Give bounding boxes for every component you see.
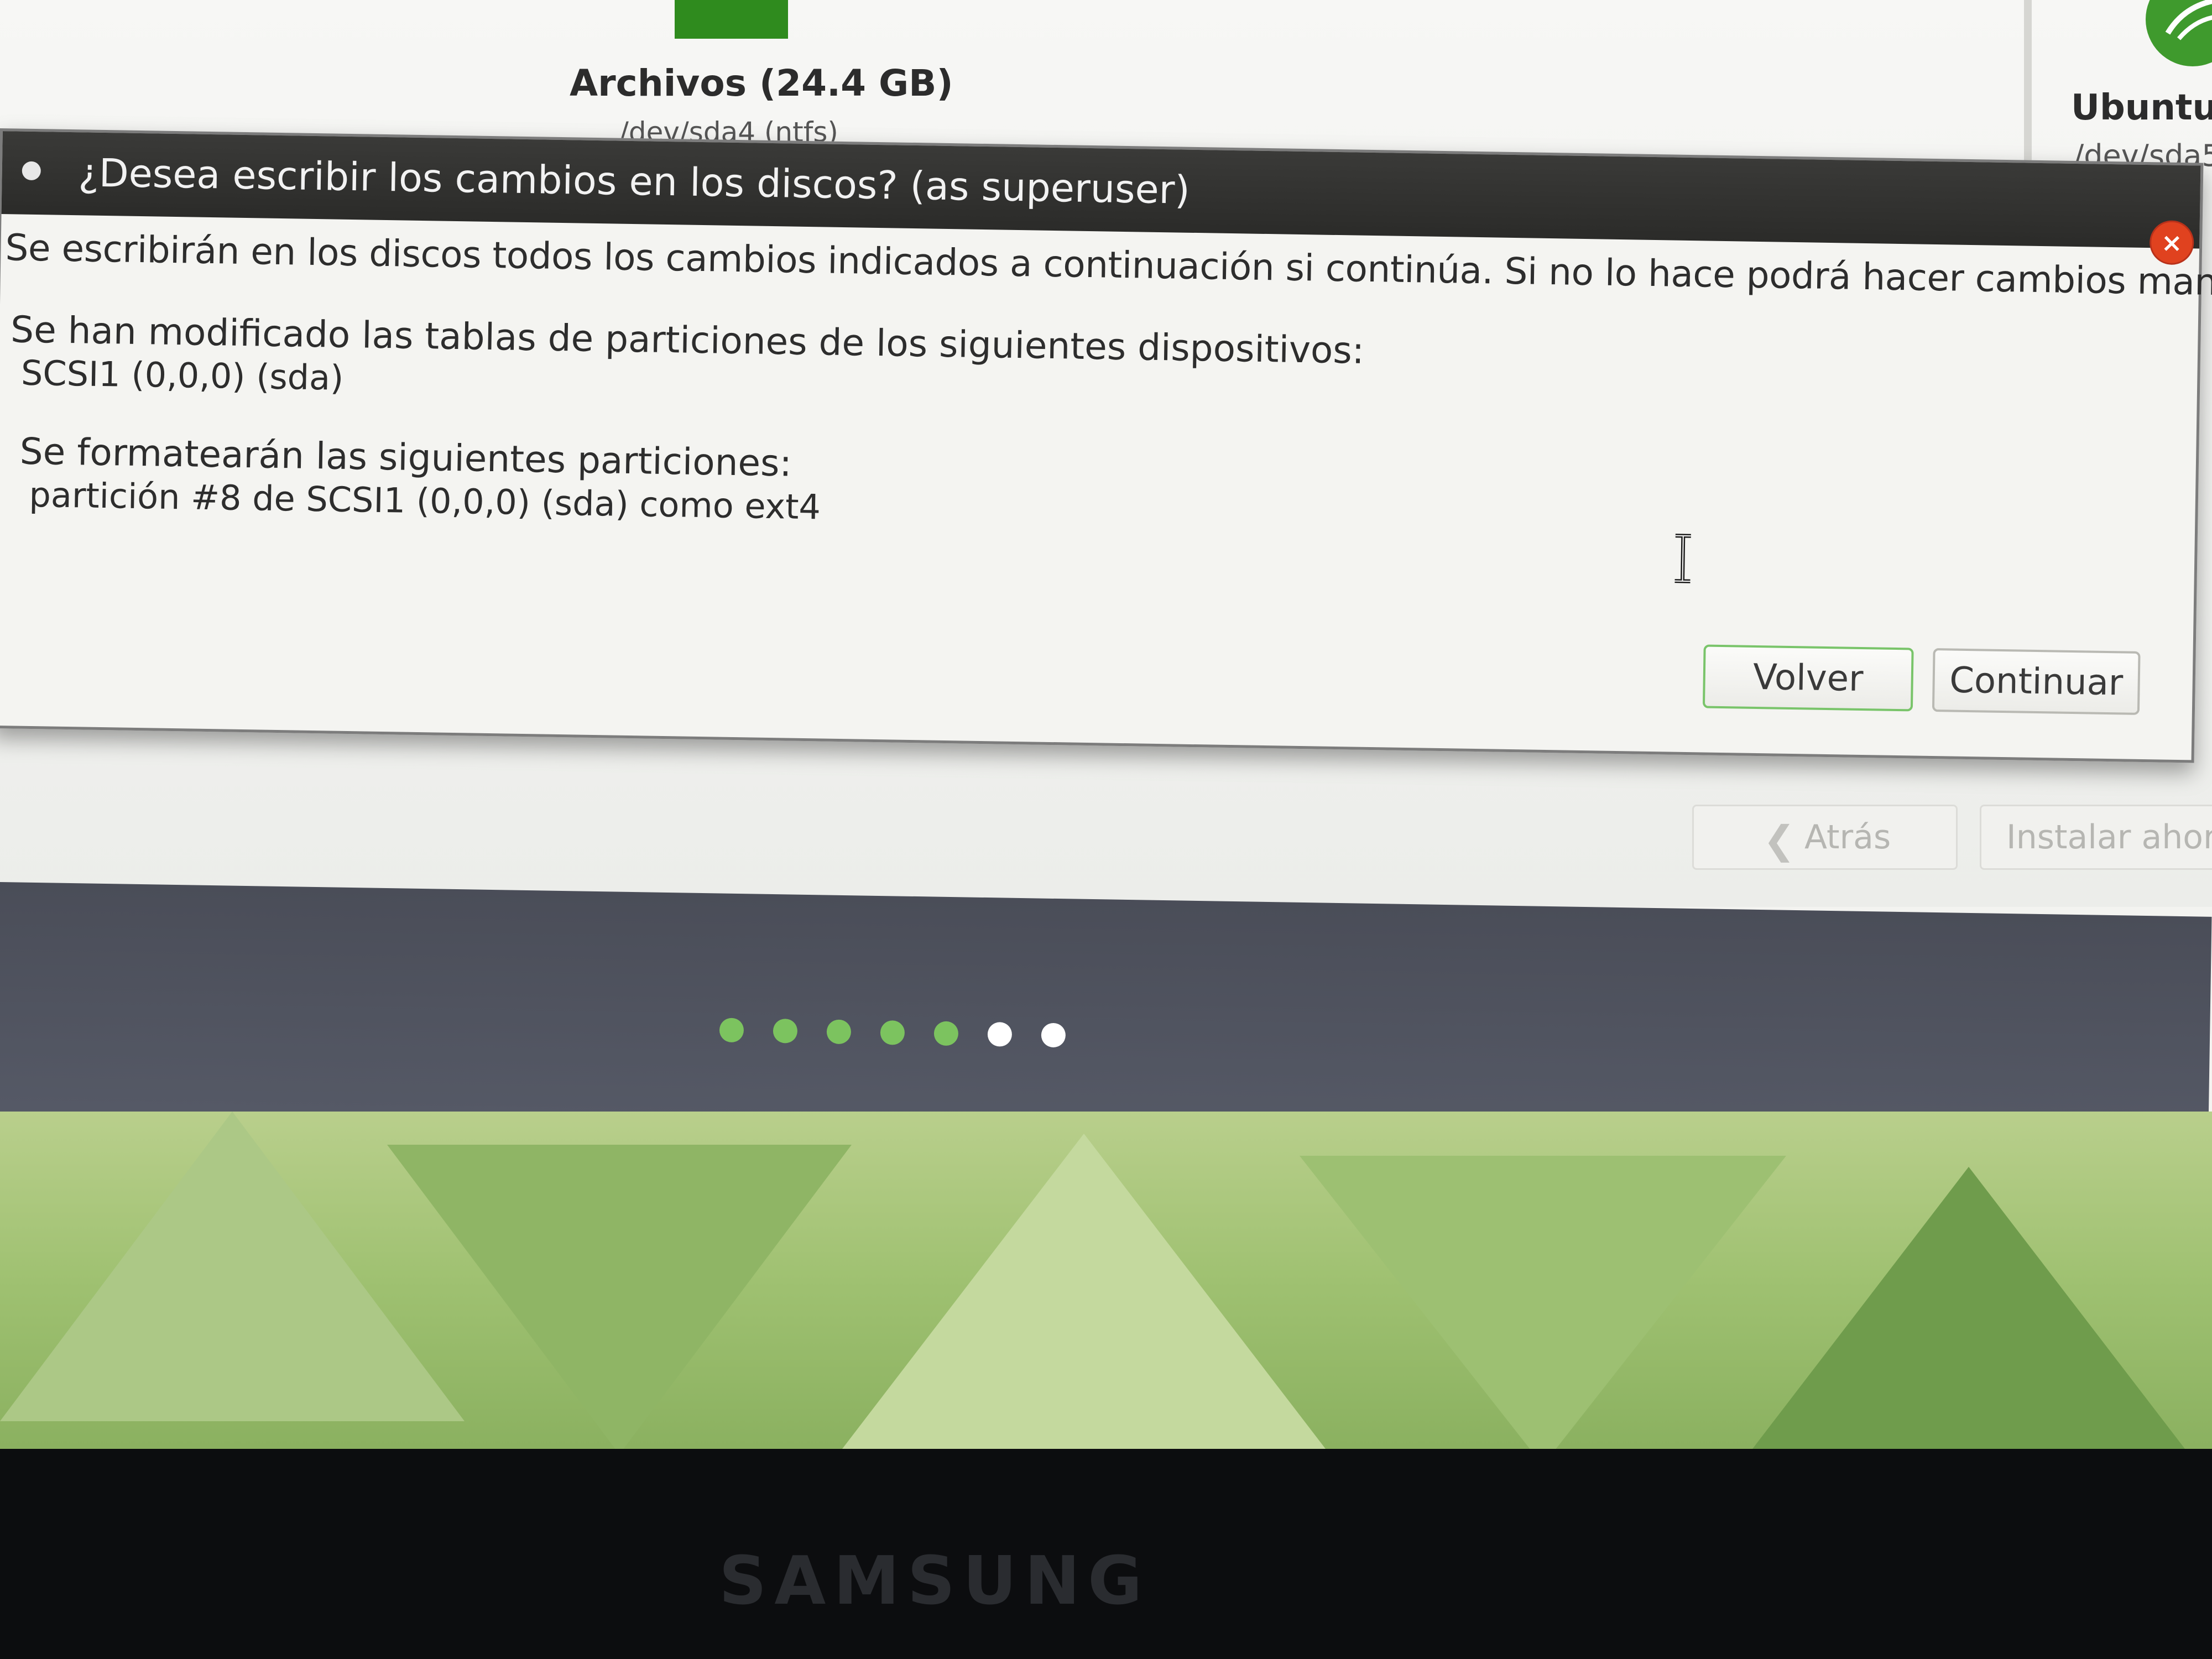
ubuntu-logo-icon [2146, 0, 2212, 66]
step-dot-done [933, 1021, 959, 1046]
back-button[interactable]: ❮ Atrás [1692, 805, 1958, 870]
window-menu-icon[interactable] [22, 161, 41, 181]
wallpaper-shape [1300, 1156, 1786, 1460]
device-entry: SCSI1 (0,0,0) (sda) [20, 352, 344, 398]
close-button[interactable]: × [2149, 220, 2194, 265]
volver-button[interactable]: Volver [1702, 644, 1914, 712]
volver-button-label: Volver [1752, 656, 1864, 700]
step-dot-done [880, 1020, 905, 1045]
install-now-button[interactable]: Instalar ahora [1980, 805, 2212, 870]
chevron-left-icon: ❮ [1763, 817, 1796, 863]
partition-name-archivos: Archivos (24.4 GB) [570, 62, 953, 105]
wallpaper-shape [1714, 1167, 2212, 1460]
step-dot-done [826, 1019, 852, 1045]
step-dot-pending [987, 1022, 1013, 1047]
step-dot-done [719, 1018, 744, 1043]
wallpaper-shape [387, 1145, 852, 1454]
confirm-write-dialog: ¿Desea escribir los cambios en los disco… [0, 128, 2212, 763]
desktop-wallpaper [0, 1112, 2212, 1460]
step-dot-done [773, 1018, 798, 1044]
partition-bar-archivos [675, 0, 788, 39]
wallpaper-shape [830, 1134, 1338, 1460]
step-dot-pending [1041, 1022, 1066, 1048]
dialog-title: ¿Desea escribir los cambios en los disco… [78, 150, 1191, 213]
partition-name-ubuntu: Ubuntu [2071, 87, 2212, 128]
text-cursor-icon [1674, 534, 1691, 583]
monitor-brand-logo: SAMSUNG [719, 1543, 1150, 1620]
close-icon: × [2161, 227, 2183, 258]
partition-separator [2024, 0, 2032, 166]
continuar-button[interactable]: Continuar [1932, 648, 2141, 715]
monitor-screen: Archivos (24.4 GB) /dev/sda4 (ntfs) Ubun… [0, 0, 2212, 1460]
back-button-label: Atrás [1804, 818, 1891, 857]
install-now-label: Instalar ahora [2006, 818, 2212, 857]
continuar-button-label: Continuar [1949, 660, 2124, 703]
